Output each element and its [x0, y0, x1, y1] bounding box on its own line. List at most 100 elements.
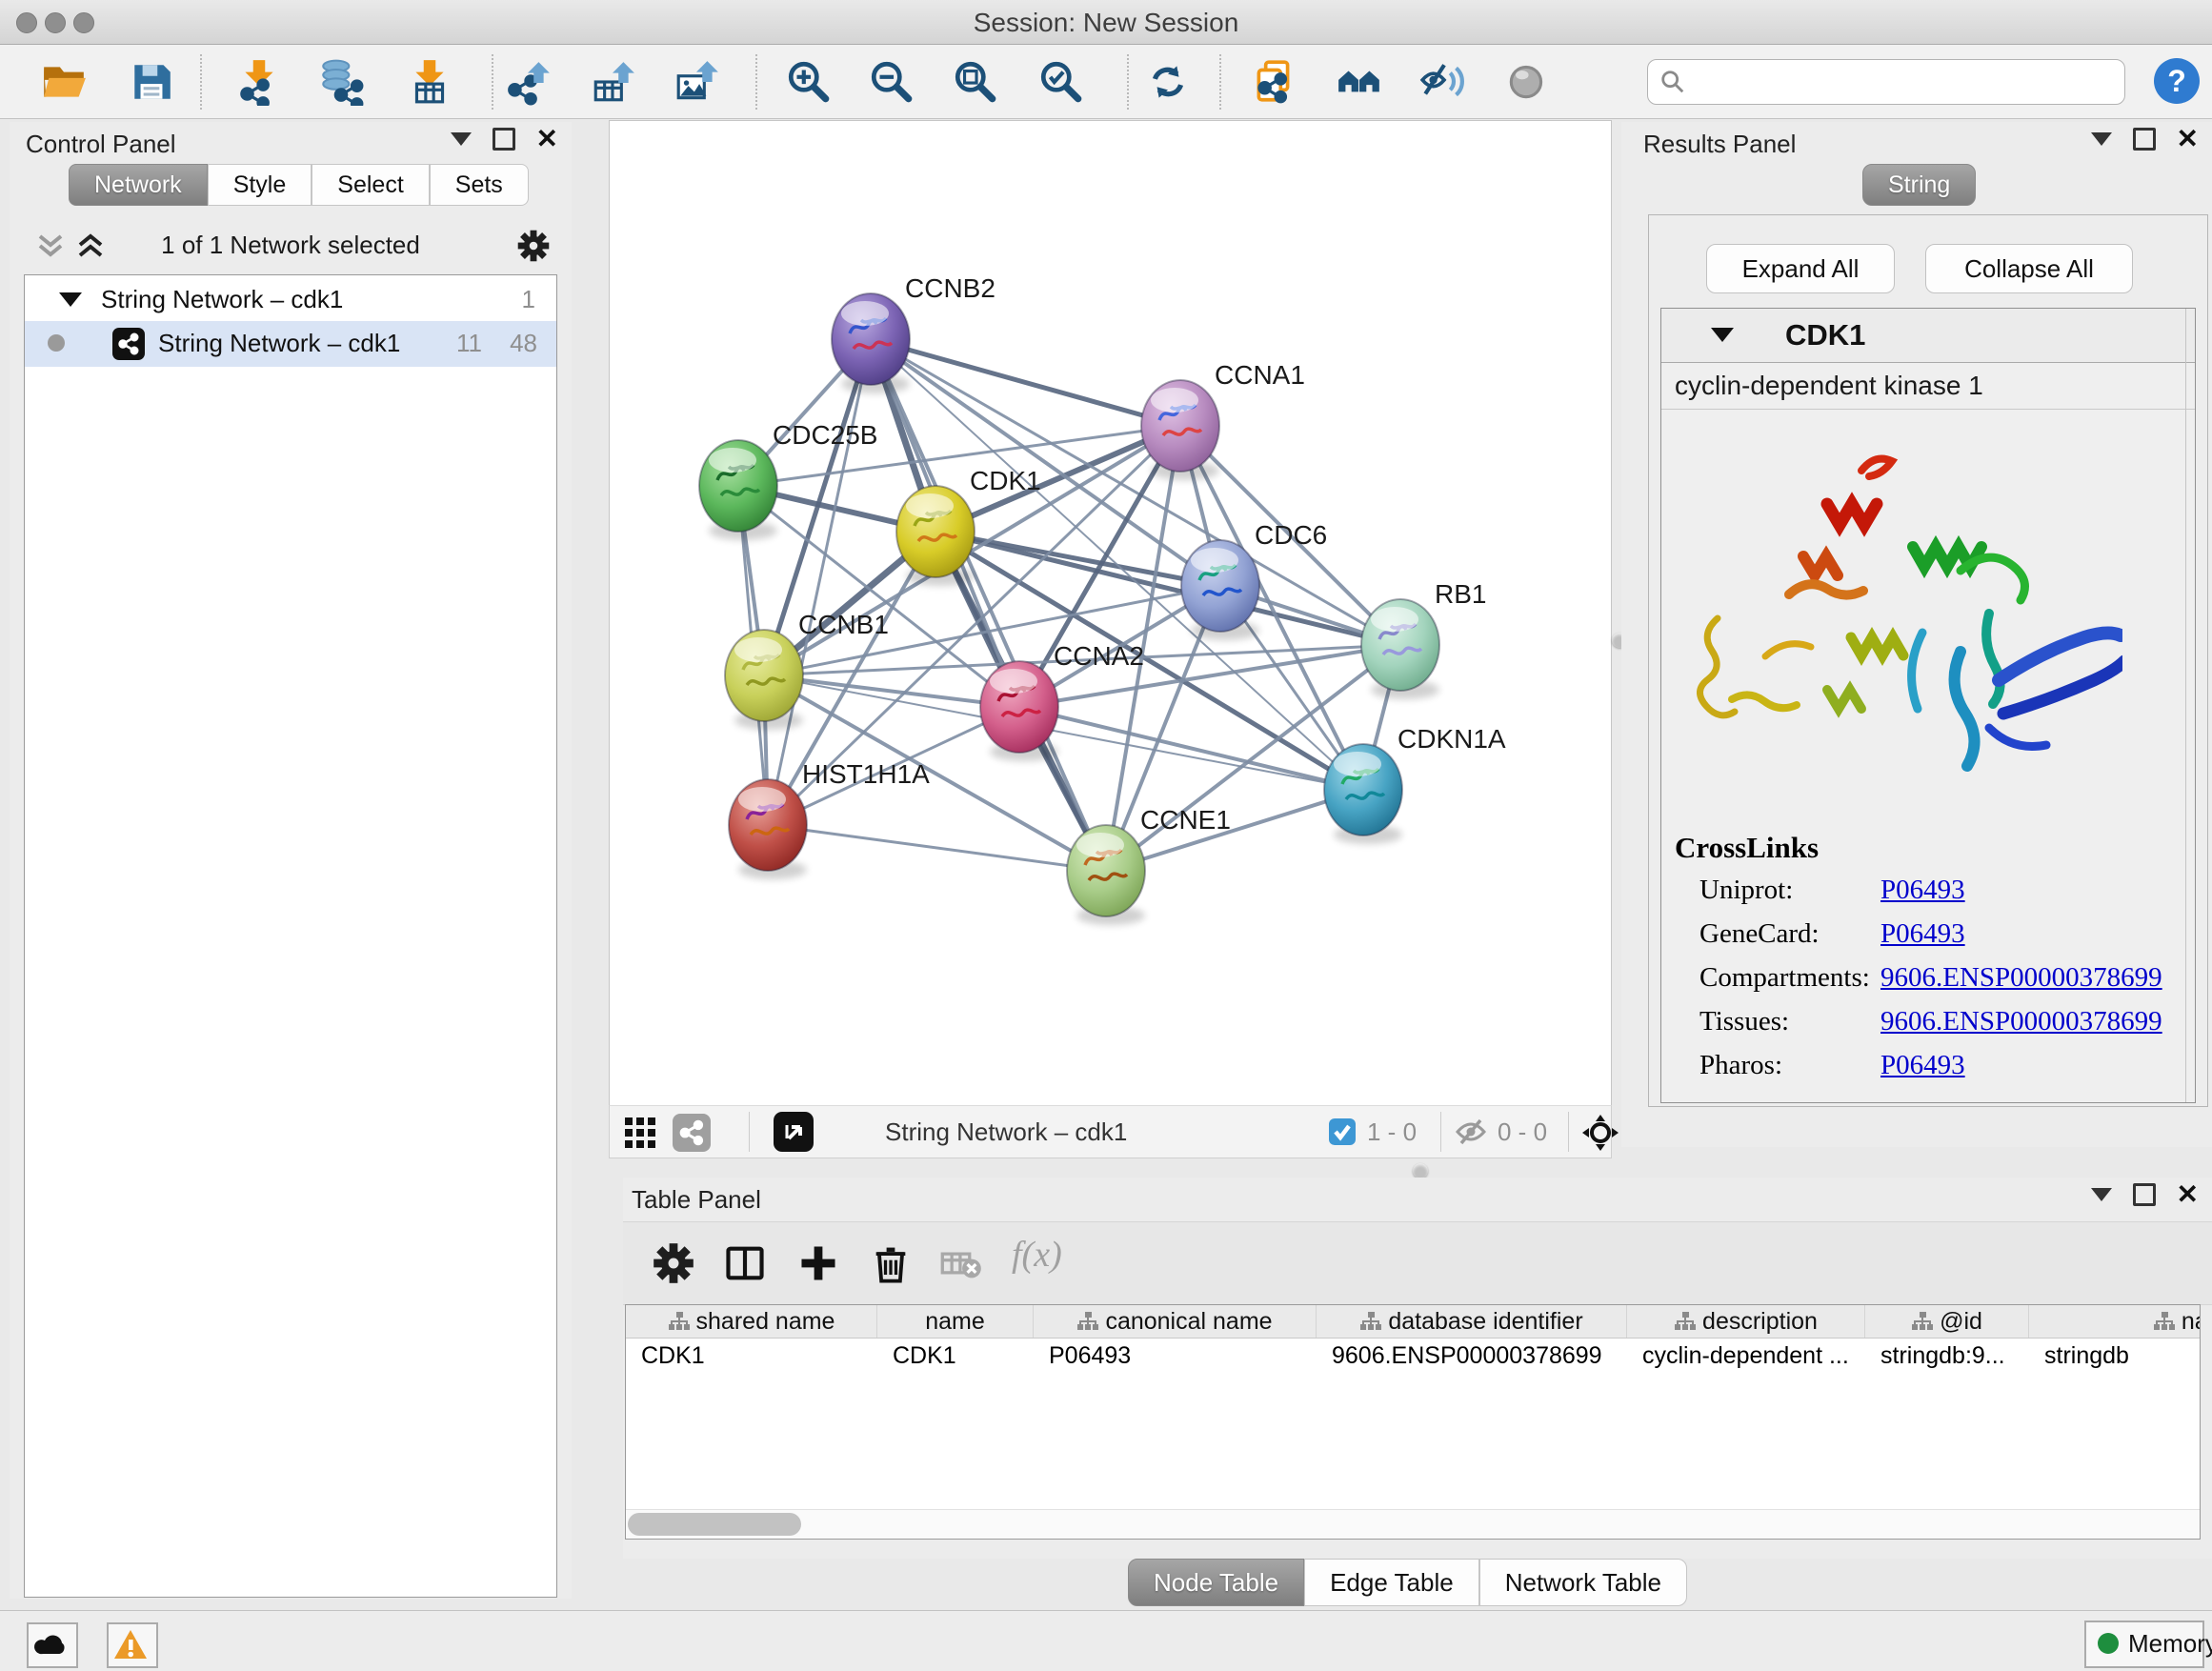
network-edge[interactable]	[871, 339, 1106, 871]
expand-all-button[interactable]: Expand All	[1706, 244, 1895, 293]
gear-icon[interactable]	[652, 1241, 695, 1285]
results-scrollbar[interactable]	[2185, 309, 2186, 1102]
memory-button[interactable]: Memory	[2084, 1621, 2204, 1668]
panel-float-icon[interactable]	[2133, 128, 2156, 151]
houses-icon[interactable]	[1336, 58, 1383, 106]
save-session-icon[interactable]	[128, 58, 175, 106]
export-network-icon[interactable]	[505, 58, 553, 106]
network-node[interactable]	[1181, 540, 1259, 640]
table-cell[interactable]: P06493	[1034, 1342, 1316, 1375]
tab-select[interactable]: Select	[312, 164, 429, 206]
crosslink-link[interactable]: P06493	[1880, 1050, 1965, 1081]
tab-node-table[interactable]: Node Table	[1128, 1559, 1304, 1606]
zoom-out-icon[interactable]	[868, 58, 915, 106]
import-table-file-icon[interactable]	[406, 58, 453, 106]
column-header-namespace[interactable]: namespace	[2029, 1305, 2201, 1338]
network-canvas[interactable]: CCNB2CCNA1CDC25BCDK1CDC6RB1CCNB1CCNA2CDK…	[609, 120, 1612, 1107]
tab-style[interactable]: Style	[208, 164, 312, 206]
apply-layout-icon[interactable]	[1144, 58, 1192, 106]
panel-collapse-icon[interactable]	[451, 132, 472, 146]
duplicate-network-icon[interactable]	[1250, 58, 1297, 106]
tab-network[interactable]: Network	[69, 164, 208, 206]
panel-collapse-icon[interactable]	[2091, 132, 2112, 146]
network-node[interactable]	[1067, 825, 1145, 925]
table-cell[interactable]: CDK1	[626, 1342, 876, 1375]
tab-sets[interactable]: Sets	[430, 164, 529, 206]
column-header-description[interactable]: description	[1627, 1305, 1865, 1338]
import-network-file-icon[interactable]	[235, 58, 283, 106]
help-button[interactable]: ?	[2154, 58, 2200, 104]
network-node[interactable]	[980, 661, 1058, 761]
gene-section-header[interactable]: CDK1	[1661, 309, 2195, 363]
network-node[interactable]	[1324, 744, 1402, 844]
table-cell[interactable]: 9606.ENSP00000378699	[1317, 1342, 1626, 1375]
export-table-icon[interactable]	[590, 58, 637, 106]
column-header--id[interactable]: @id	[1865, 1305, 2029, 1338]
open-session-icon[interactable]	[40, 58, 88, 106]
network-node[interactable]	[832, 293, 910, 393]
tree-expander-icon[interactable]	[59, 292, 82, 307]
network-row-selected[interactable]: String Network – cdk1 11 48	[25, 321, 556, 367]
panel-collapse-icon[interactable]	[2091, 1188, 2112, 1201]
grid-view-icon[interactable]	[623, 1116, 657, 1150]
add-column-icon[interactable]	[796, 1241, 840, 1285]
crosslink-link[interactable]: P06493	[1880, 875, 1965, 906]
table-cell[interactable]: stringdb:9...	[1865, 1342, 2028, 1375]
network-node[interactable]	[699, 440, 777, 540]
panel-close-icon[interactable]: ✕	[2177, 1185, 2199, 1204]
crosslink-label: Pharos:	[1699, 1050, 1782, 1080]
scrollbar-thumb[interactable]	[628, 1513, 801, 1536]
birds-eye-view-icon[interactable]	[1581, 1114, 1619, 1152]
search-input[interactable]	[1694, 64, 2117, 100]
network-edge[interactable]	[1019, 707, 1363, 790]
import-network-database-icon[interactable]	[317, 58, 365, 106]
selected-checkbox-icon[interactable]	[1329, 1118, 1356, 1145]
zoom-fit-icon[interactable]	[952, 58, 999, 106]
network-node[interactable]	[1361, 599, 1439, 699]
search-box[interactable]	[1647, 59, 2125, 105]
table-row[interactable]: CDK1CDK1P064939606.ENSP00000378699cyclin…	[626, 1339, 2201, 1375]
column-header-canonical-name[interactable]: canonical name	[1034, 1305, 1317, 1338]
panel-close-icon[interactable]: ✕	[2177, 130, 2199, 149]
section-expander-icon[interactable]	[1711, 328, 1734, 342]
hide-string-style-icon[interactable]	[1419, 58, 1467, 106]
network-node[interactable]	[896, 486, 975, 586]
zoom-in-icon[interactable]	[785, 58, 833, 106]
table-cell[interactable]: cyclin-dependent ...	[1627, 1342, 1864, 1375]
panel-close-icon[interactable]: ✕	[536, 130, 558, 149]
warning-status-button[interactable]	[107, 1622, 158, 1668]
network-edge-count: 48	[510, 329, 537, 358]
horizontal-splitter-handle[interactable]	[1413, 1163, 1428, 1178]
panel-float-icon[interactable]	[493, 128, 515, 151]
export-image-icon[interactable]	[674, 58, 721, 106]
network-edge[interactable]	[768, 339, 871, 825]
detach-view-icon[interactable]	[774, 1112, 814, 1152]
panel-float-icon[interactable]	[2133, 1183, 2156, 1206]
tab-edge-table[interactable]: Edge Table	[1304, 1559, 1479, 1606]
column-header-shared-name[interactable]: shared name	[626, 1305, 877, 1338]
crosslink-link[interactable]: 9606.ENSP00000378699	[1880, 962, 2162, 994]
network-edge[interactable]	[768, 825, 1106, 871]
column-header-name[interactable]: name	[877, 1305, 1034, 1338]
crosslink-link[interactable]: P06493	[1880, 918, 1965, 950]
network-node[interactable]	[729, 779, 807, 879]
gray-orb-icon[interactable]	[1503, 58, 1551, 106]
zoom-selected-icon[interactable]	[1037, 58, 1085, 106]
columns-icon[interactable]	[723, 1241, 767, 1285]
network-collection-row[interactable]: String Network – cdk1 1	[25, 279, 556, 321]
function-builder-icon[interactable]: f(x)	[1012, 1234, 1097, 1278]
network-view-icon[interactable]	[673, 1114, 711, 1152]
tab-network-table[interactable]: Network Table	[1479, 1559, 1687, 1606]
tab-string[interactable]: String	[1862, 164, 1976, 206]
cloud-status-button[interactable]	[27, 1622, 78, 1668]
delete-table-icon[interactable]	[939, 1241, 983, 1285]
network-node[interactable]	[725, 630, 803, 730]
network-options-gear-icon[interactable]	[516, 229, 551, 263]
crosslink-link[interactable]: 9606.ENSP00000378699	[1880, 1006, 2162, 1037]
delete-icon[interactable]	[869, 1241, 913, 1285]
network-node[interactable]	[1141, 380, 1219, 480]
table-cell[interactable]: CDK1	[877, 1342, 1033, 1375]
table-cell[interactable]: stringdb	[2029, 1342, 2201, 1375]
column-header-database-identifier[interactable]: database identifier	[1317, 1305, 1627, 1338]
collapse-all-button[interactable]: Collapse All	[1925, 244, 2133, 293]
